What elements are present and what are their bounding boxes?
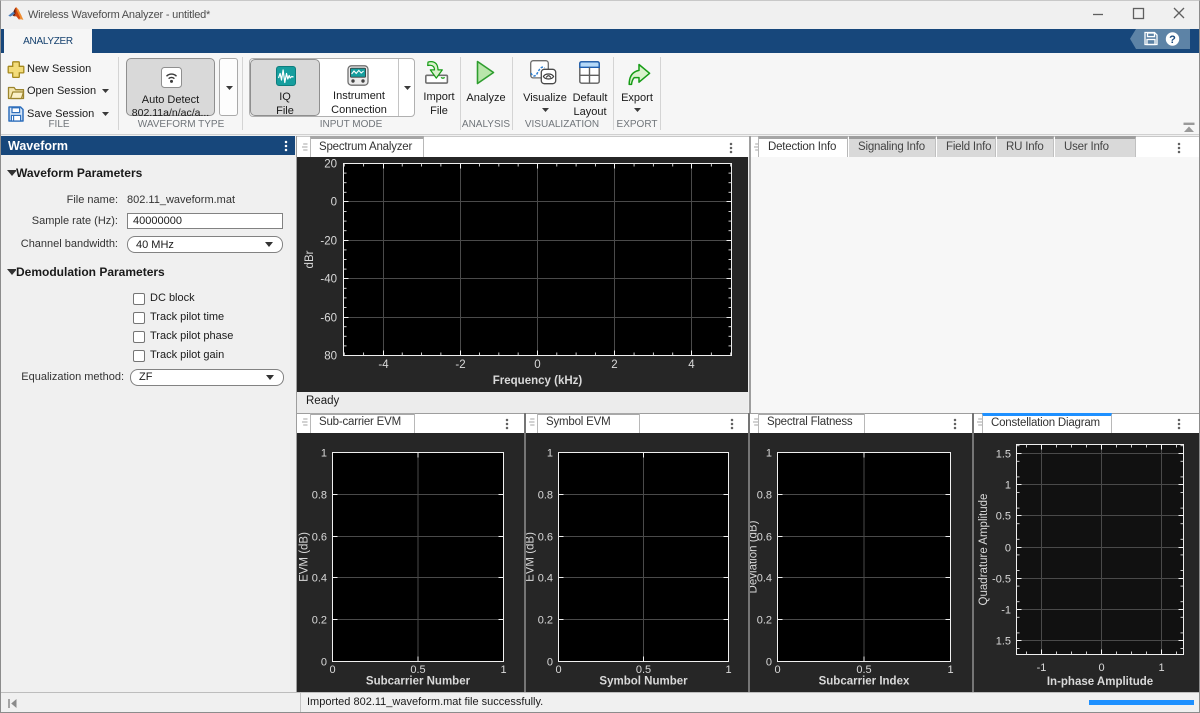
svg-text:Quadrature Amplitude: Quadrature Amplitude bbox=[978, 494, 990, 606]
svg-text:-2: -2 bbox=[455, 359, 465, 371]
svg-text:2: 2 bbox=[611, 359, 617, 371]
svg-text:0: 0 bbox=[547, 657, 553, 669]
svg-text:0.6: 0.6 bbox=[312, 532, 327, 544]
svg-text:1.5: 1.5 bbox=[996, 449, 1011, 461]
svg-text:0: 0 bbox=[331, 197, 337, 209]
svg-text:0.5: 0.5 bbox=[636, 664, 651, 676]
svg-text:1: 1 bbox=[766, 448, 772, 460]
svg-text:0: 0 bbox=[1005, 543, 1011, 555]
svg-text:0: 0 bbox=[774, 664, 780, 676]
svg-text:0.5: 0.5 bbox=[996, 511, 1011, 523]
svg-text:0.8: 0.8 bbox=[312, 490, 327, 502]
svg-text:0.4: 0.4 bbox=[312, 573, 327, 585]
svg-text:0.8: 0.8 bbox=[538, 490, 553, 502]
svg-text:1: 1 bbox=[1158, 662, 1164, 674]
svg-text:-60: -60 bbox=[320, 313, 337, 325]
svg-text:1: 1 bbox=[321, 448, 327, 460]
svg-text:1: 1 bbox=[1005, 480, 1011, 492]
svg-text:Subcarrier Number: Subcarrier Number bbox=[366, 676, 471, 688]
svg-text:Subcarrier Index: Subcarrier Index bbox=[819, 676, 910, 688]
svg-text:dBr: dBr bbox=[304, 250, 316, 268]
svg-text:1: 1 bbox=[725, 664, 731, 676]
svg-text:0: 0 bbox=[534, 359, 540, 371]
svg-text:-4: -4 bbox=[378, 359, 389, 371]
svg-text:1: 1 bbox=[947, 664, 953, 676]
svg-text:1: 1 bbox=[547, 448, 553, 460]
svg-text:?: ? bbox=[1169, 34, 1176, 46]
svg-text:EVM (dB): EVM (dB) bbox=[299, 532, 311, 582]
svg-text:-0.5: -0.5 bbox=[992, 574, 1011, 586]
svg-text:4: 4 bbox=[688, 359, 695, 371]
svg-text:0: 0 bbox=[766, 657, 772, 669]
svg-text:0: 0 bbox=[555, 664, 561, 676]
svg-text:0.5: 0.5 bbox=[856, 664, 871, 676]
svg-text:0.2: 0.2 bbox=[538, 615, 553, 627]
svg-text:EVM (dB): EVM (dB) bbox=[525, 532, 537, 582]
svg-text:1.5: 1.5 bbox=[996, 636, 1011, 648]
svg-text:0: 0 bbox=[321, 657, 327, 669]
svg-text:-20: -20 bbox=[320, 236, 337, 248]
svg-text:In-phase Amplitude: In-phase Amplitude bbox=[1047, 676, 1153, 688]
svg-text:0.8: 0.8 bbox=[757, 490, 772, 502]
svg-text:0: 0 bbox=[1098, 662, 1104, 674]
svg-text:1: 1 bbox=[500, 664, 506, 676]
svg-text:0.2: 0.2 bbox=[757, 615, 772, 627]
svg-text:Frequency (kHz): Frequency (kHz) bbox=[493, 375, 583, 387]
svg-text:80: 80 bbox=[324, 351, 337, 363]
svg-text:0.5: 0.5 bbox=[410, 664, 425, 676]
svg-text:Deviation (dB): Deviation (dB) bbox=[749, 520, 760, 593]
svg-text:-40: -40 bbox=[320, 274, 337, 286]
svg-text:0.6: 0.6 bbox=[538, 532, 553, 544]
svg-text:-1: -1 bbox=[1037, 662, 1047, 674]
svg-text:0.4: 0.4 bbox=[538, 573, 553, 585]
svg-text:20: 20 bbox=[324, 159, 337, 171]
svg-text:0.2: 0.2 bbox=[312, 615, 327, 627]
svg-text:-1: -1 bbox=[1001, 605, 1011, 617]
svg-text:0: 0 bbox=[329, 664, 335, 676]
svg-text:Symbol Number: Symbol Number bbox=[599, 676, 688, 688]
